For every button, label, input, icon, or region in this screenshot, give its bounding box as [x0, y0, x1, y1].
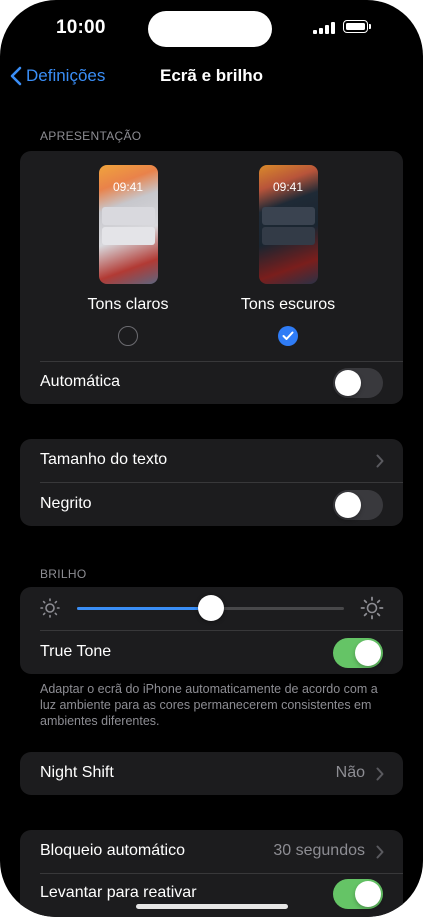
auto-lock-row[interactable]: Bloqueio automático 30 segundos — [20, 830, 403, 873]
appearance-option-label: Tons claros — [87, 296, 169, 313]
phone-screen: 10:00 Definições Ecrã e brilho APRESENTA… — [0, 0, 423, 917]
toggle-knob — [335, 492, 361, 518]
light-preview-card — [101, 227, 155, 245]
true-tone-label: True Tone — [40, 643, 112, 660]
sun-small-icon — [40, 598, 60, 618]
night-shift-label: Night Shift — [40, 764, 114, 781]
light-preview: 09:41 — [98, 165, 158, 284]
page-title: Ecrã e brilho — [160, 66, 263, 85]
toggle-knob — [335, 370, 361, 396]
status-bar: 10:00 — [0, 0, 423, 56]
signal-icon — [313, 22, 335, 34]
battery-icon — [343, 20, 371, 33]
dark-radio-checked[interactable] — [278, 326, 298, 346]
status-time: 10:00 — [56, 17, 106, 38]
chevron-right-icon — [376, 845, 384, 859]
raise-to-wake-toggle[interactable] — [333, 879, 383, 909]
checkmark-icon — [282, 331, 294, 340]
dark-preview-card — [261, 227, 315, 245]
appearance-group: 09:41 Tons claros 09:41 Tons escuros Aut — [20, 151, 403, 404]
chevron-right-icon — [376, 767, 384, 781]
text-size-label: Tamanho do texto — [40, 451, 168, 468]
light-preview-time: 09:41 — [112, 180, 144, 194]
true-tone-toggle[interactable] — [333, 638, 383, 668]
night-shift-row[interactable]: Night Shift Não — [20, 752, 403, 795]
automatic-toggle[interactable] — [333, 368, 383, 398]
light-radio[interactable] — [118, 326, 138, 346]
night-shift-group: Night Shift Não — [20, 752, 403, 795]
chevron-right-icon — [376, 454, 384, 468]
bold-label: Negrito — [40, 495, 92, 512]
dark-preview-time: 09:41 — [272, 180, 304, 194]
raise-to-wake-row: Levantar para reativar — [20, 874, 403, 917]
toggle-knob — [355, 640, 381, 666]
text-size-row[interactable]: Tamanho do texto — [20, 439, 403, 482]
appearance-option-light[interactable]: 09:41 Tons claros — [68, 165, 188, 346]
nav-bar: Definições Ecrã e brilho — [0, 56, 423, 96]
text-group: Tamanho do texto Negrito — [20, 439, 403, 526]
true-tone-footnote: Adaptar o ecrã do iPhone automaticamente… — [40, 682, 378, 728]
auto-lock-label: Bloqueio automático — [40, 842, 185, 859]
automatic-label: Automática — [40, 373, 121, 390]
automatic-row: Automática — [20, 361, 403, 404]
bold-row: Negrito — [20, 483, 403, 526]
brightness-slider-fill — [77, 607, 211, 610]
appearance-option-label: Tons escuros — [240, 296, 336, 313]
section-header-appearance: APRESENTAÇÃO — [40, 129, 142, 143]
sun-large-icon — [360, 596, 384, 620]
auto-lock-value: 30 segundos — [273, 842, 365, 859]
dynamic-island — [148, 11, 272, 47]
bold-toggle[interactable] — [333, 490, 383, 520]
home-indicator — [136, 904, 288, 909]
brightness-slider-knob[interactable] — [197, 595, 224, 621]
true-tone-row: True Tone — [20, 631, 403, 674]
toggle-knob — [355, 881, 381, 907]
section-header-brightness: BRILHO — [40, 567, 87, 581]
raise-to-wake-label: Levantar para reativar — [40, 884, 197, 901]
dark-preview: 09:41 — [258, 165, 318, 284]
appearance-option-dark[interactable]: 09:41 Tons escuros — [228, 165, 348, 346]
light-preview-card — [101, 207, 155, 225]
night-shift-value: Não — [335, 764, 365, 781]
brightness-slider-row — [20, 587, 403, 630]
dark-preview-card — [261, 207, 315, 225]
brightness-group: True Tone — [20, 587, 403, 674]
